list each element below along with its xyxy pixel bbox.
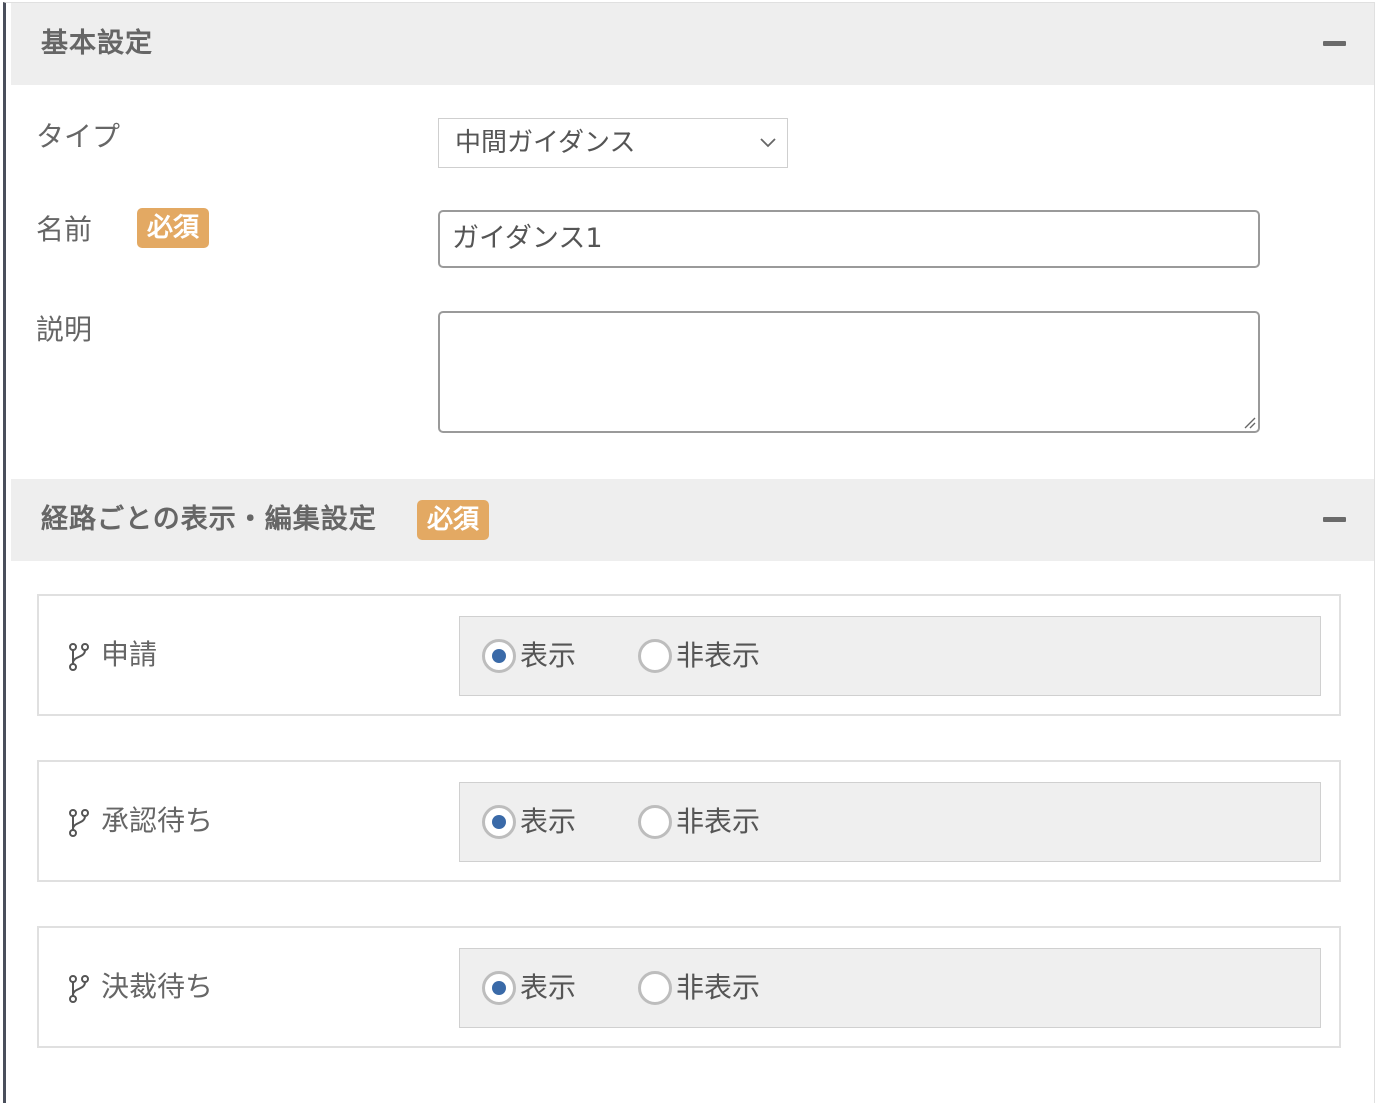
name-label: 名前 bbox=[36, 213, 93, 246]
type-label: タイプ bbox=[36, 120, 121, 153]
resize-handle-icon[interactable] bbox=[1242, 415, 1256, 429]
branch-icon bbox=[69, 643, 89, 671]
route-label: 承認待ち bbox=[101, 804, 214, 837]
route-label: 決裁待ち bbox=[101, 970, 214, 1003]
branch-icon bbox=[69, 975, 89, 1003]
chevron-down-icon bbox=[760, 138, 776, 148]
branch-icon bbox=[69, 809, 89, 837]
radio-show[interactable] bbox=[482, 639, 516, 673]
radio-hide[interactable] bbox=[638, 639, 672, 673]
radio-selected-dot bbox=[492, 815, 506, 829]
description-textarea[interactable] bbox=[438, 311, 1260, 433]
name-input-value: ガイダンス1 bbox=[452, 223, 603, 254]
radio-hide-label[interactable]: 非表示 bbox=[676, 783, 760, 861]
description-label: 説明 bbox=[36, 313, 93, 346]
route-settings-title: 経路ごとの表示・編集設定 bbox=[41, 504, 377, 535]
minus-icon[interactable] bbox=[1323, 41, 1346, 46]
route-label: 申請 bbox=[101, 638, 158, 671]
radio-hide-label[interactable]: 非表示 bbox=[676, 949, 760, 1027]
route-row: 承認待ち 表示 非表示 bbox=[37, 760, 1341, 882]
required-badge: 必須 bbox=[417, 500, 490, 540]
radio-show[interactable] bbox=[482, 971, 516, 1005]
minus-icon[interactable] bbox=[1323, 517, 1346, 522]
settings-panel: 基本設定 タイプ 中間ガイダンス 名前 必須 ガイダンス1 説明 経路ごとの表示… bbox=[3, 2, 1375, 1103]
radio-selected-dot bbox=[492, 649, 506, 663]
route-row: 決裁待ち 表示 非表示 bbox=[37, 926, 1341, 1048]
visibility-radio-group: 表示 非表示 bbox=[459, 948, 1321, 1028]
basic-settings-header[interactable]: 基本設定 bbox=[11, 3, 1374, 85]
radio-selected-dot bbox=[492, 981, 506, 995]
radio-show[interactable] bbox=[482, 805, 516, 839]
basic-settings-title: 基本設定 bbox=[41, 28, 153, 59]
radio-hide-label[interactable]: 非表示 bbox=[676, 617, 760, 695]
radio-hide[interactable] bbox=[638, 805, 672, 839]
name-input[interactable]: ガイダンス1 bbox=[438, 210, 1260, 268]
required-badge: 必須 bbox=[137, 208, 210, 248]
route-settings-header[interactable]: 経路ごとの表示・編集設定 必須 bbox=[11, 479, 1374, 561]
radio-show-label[interactable]: 表示 bbox=[520, 783, 576, 861]
radio-show-label[interactable]: 表示 bbox=[520, 617, 576, 695]
route-row: 申請 表示 非表示 bbox=[37, 594, 1341, 716]
radio-show-label[interactable]: 表示 bbox=[520, 949, 576, 1027]
visibility-radio-group: 表示 非表示 bbox=[459, 782, 1321, 862]
type-select-value: 中間ガイダンス bbox=[455, 128, 636, 158]
radio-hide[interactable] bbox=[638, 971, 672, 1005]
visibility-radio-group: 表示 非表示 bbox=[459, 616, 1321, 696]
type-select[interactable]: 中間ガイダンス bbox=[438, 118, 788, 168]
